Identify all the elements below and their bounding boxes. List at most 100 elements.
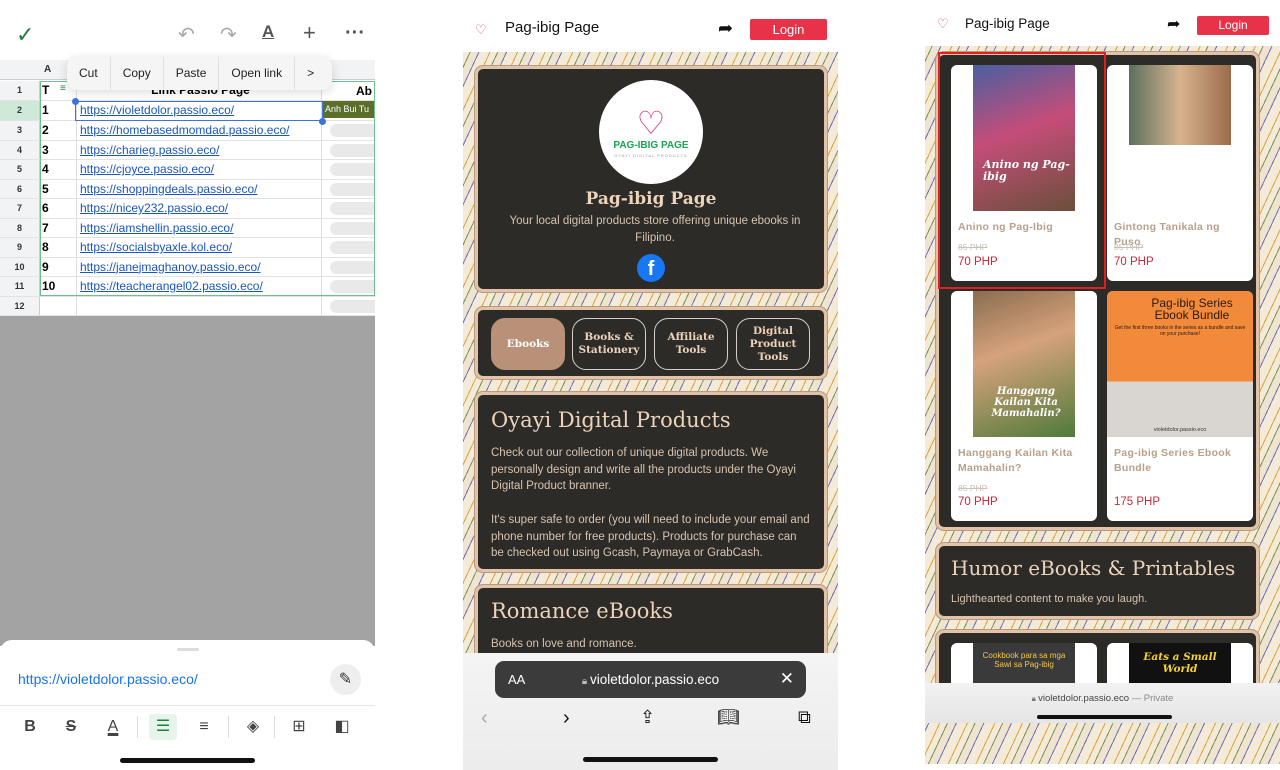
- cell-chip-empty[interactable]: [330, 241, 375, 254]
- profile-avatar: ♡ PAG-IBIG PAGE OYAYI DIGITAL PRODUCTS: [599, 80, 703, 184]
- row-number[interactable]: 2: [0, 101, 40, 120]
- login-button[interactable]: Login: [750, 19, 827, 40]
- column-header-a[interactable]: A: [44, 64, 51, 75]
- cell-link[interactable]: https://nicey232.passio.eco/: [76, 199, 322, 218]
- cell-chip-empty[interactable]: [330, 163, 375, 176]
- align-left-icon[interactable]: ☰: [149, 714, 177, 740]
- tabs-icon[interactable]: ⧉: [798, 707, 811, 728]
- facebook-icon[interactable]: f: [637, 254, 665, 282]
- product-card[interactable]: Anino ng Pag-ibig Anino ng Pag-Ibig 85 P…: [951, 65, 1097, 281]
- selection-handle-end[interactable]: [319, 118, 326, 125]
- cell-number[interactable]: 6: [42, 199, 76, 218]
- strikethrough-icon[interactable]: S: [57, 714, 85, 740]
- cell-link[interactable]: https://shoppingdeals.passio.eco/: [76, 179, 322, 198]
- back-icon[interactable]: ‹: [481, 707, 488, 730]
- product-card[interactable]: Hanggang Kailan Kita Mamahalin? Hanggang…: [951, 291, 1097, 521]
- cell-chip-empty[interactable]: [330, 202, 375, 215]
- login-button[interactable]: Login: [1197, 16, 1269, 35]
- cell-number[interactable]: 1: [42, 101, 76, 120]
- cell-chip-empty[interactable]: [330, 182, 375, 196]
- menu-item-copy[interactable]: Copy: [111, 57, 164, 90]
- text-format-icon[interactable]: A: [262, 22, 274, 42]
- cell-number[interactable]: 3: [42, 141, 76, 160]
- cell-number[interactable]: 10: [42, 277, 76, 296]
- undo-icon[interactable]: ↶: [178, 22, 195, 47]
- share-icon[interactable]: ⇪: [640, 707, 655, 728]
- menu-item-open-link[interactable]: Open link: [219, 57, 296, 90]
- row-number[interactable]: 4: [0, 140, 40, 159]
- cell-number[interactable]: 9: [42, 258, 76, 277]
- tab-digital-product-tools[interactable]: Digital Product Tools: [736, 318, 810, 370]
- row-number[interactable]: 3: [0, 121, 40, 140]
- product-card[interactable]: Gintong Tanikala ng Puso 85 PHP 70 PHP: [1107, 65, 1253, 281]
- menu-more-chevron-icon[interactable]: >: [295, 57, 326, 90]
- row-number[interactable]: 10: [0, 257, 40, 276]
- person-chip[interactable]: Anh Bui Tu: [323, 101, 375, 118]
- text-color-icon[interactable]: A: [99, 714, 127, 740]
- cell-link[interactable]: [76, 296, 322, 315]
- table-row: 12: [0, 296, 375, 316]
- cell-link[interactable]: https://charieg.passio.eco/: [76, 140, 322, 159]
- align-center-icon[interactable]: ≡: [190, 714, 218, 740]
- cell-number[interactable]: 2: [42, 121, 76, 140]
- insert-row-icon[interactable]: ⊞: [285, 714, 313, 740]
- share-icon[interactable]: ➦: [1167, 14, 1180, 34]
- cell-value[interactable]: https://violetdolor.passio.eco/: [18, 671, 198, 687]
- cell-link[interactable]: https://violetdolor.passio.eco/: [76, 101, 322, 120]
- forward-icon[interactable]: ›: [563, 707, 570, 730]
- spreadsheet-app: ✓ ↶ ↷ A + ··· A 1 T ≡ Link Passio Page A…: [0, 0, 375, 770]
- plus-icon[interactable]: +: [303, 20, 316, 46]
- share-icon[interactable]: ➦: [718, 18, 733, 39]
- original-price: 85 PHP: [1114, 242, 1144, 252]
- url-text[interactable]: 🔒︎ violetdolor.passio.eco: [495, 672, 806, 687]
- selection-handle-start[interactable]: [72, 98, 79, 105]
- redo-icon[interactable]: ↷: [220, 22, 237, 47]
- tab-ebooks[interactable]: Ebooks: [491, 318, 565, 370]
- cell-chip-empty[interactable]: [330, 143, 375, 157]
- close-icon[interactable]: ✕: [780, 669, 794, 689]
- tab-books-stationery[interactable]: Books & Stationery: [572, 318, 646, 370]
- product-card[interactable]: Pag-ibig Series Ebook Bundle Get the fir…: [1107, 291, 1253, 521]
- cell-link[interactable]: https://socialsbyaxle.kol.eco/: [76, 238, 322, 257]
- cell-link[interactable]: https://cjoyce.passio.eco/: [76, 160, 322, 179]
- fill-color-icon[interactable]: ◈: [239, 714, 267, 740]
- cell-chip-empty[interactable]: [330, 260, 375, 274]
- row-number[interactable]: 6: [0, 179, 40, 198]
- bookmarks-icon[interactable]: 📖︎: [717, 707, 740, 728]
- cell-number[interactable]: 7: [42, 219, 76, 238]
- row-number[interactable]: 7: [0, 199, 40, 218]
- site-title[interactable]: Pag-ibig Page: [505, 19, 599, 36]
- cell-link[interactable]: https://teacherangel02.passio.eco/: [76, 277, 322, 296]
- filter-icon[interactable]: ≡: [60, 83, 66, 94]
- sheet-grabber[interactable]: [177, 648, 199, 651]
- divider: [228, 716, 229, 738]
- cell-link[interactable]: https://janejmaghanoy.passio.eco/: [76, 257, 322, 276]
- cell-number[interactable]: 4: [42, 160, 76, 179]
- checkmark-icon[interactable]: ✓: [16, 22, 34, 48]
- cell-chip-empty[interactable]: [330, 280, 375, 293]
- site-title[interactable]: Pag-ibig Page: [965, 16, 1050, 31]
- cell-number[interactable]: 5: [42, 180, 76, 199]
- row-number[interactable]: 11: [0, 277, 40, 296]
- header-cell-c[interactable]: Ab: [356, 84, 372, 98]
- row-number[interactable]: 1: [0, 81, 40, 100]
- cell-link[interactable]: https://iamshellin.passio.eco/: [76, 218, 322, 237]
- more-icon[interactable]: ···: [345, 22, 365, 45]
- address-bar[interactable]: AA 🔒︎ violetdolor.passio.eco ✕: [495, 661, 806, 698]
- menu-item-cut[interactable]: Cut: [67, 57, 111, 90]
- table-row: 2 1 https://violetdolor.passio.eco/: [0, 101, 375, 121]
- cell-chip-empty[interactable]: [330, 124, 375, 137]
- cell-chip-empty[interactable]: [330, 299, 375, 313]
- tab-affiliate-tools[interactable]: Affiliate Tools: [654, 318, 728, 370]
- pencil-icon[interactable]: ✎: [330, 664, 361, 695]
- insert-column-icon[interactable]: ◧: [328, 714, 356, 740]
- row-number[interactable]: 9: [0, 238, 40, 257]
- cell-chip-empty[interactable]: [330, 221, 375, 235]
- row-number[interactable]: 8: [0, 218, 40, 237]
- cell-number[interactable]: 8: [42, 238, 76, 257]
- cell-link[interactable]: https://homebasedmomdad.passio.eco/: [76, 121, 322, 140]
- menu-item-paste[interactable]: Paste: [164, 57, 220, 90]
- row-number[interactable]: 5: [0, 160, 40, 179]
- row-number[interactable]: 12: [0, 296, 40, 315]
- bold-icon[interactable]: B: [16, 714, 44, 740]
